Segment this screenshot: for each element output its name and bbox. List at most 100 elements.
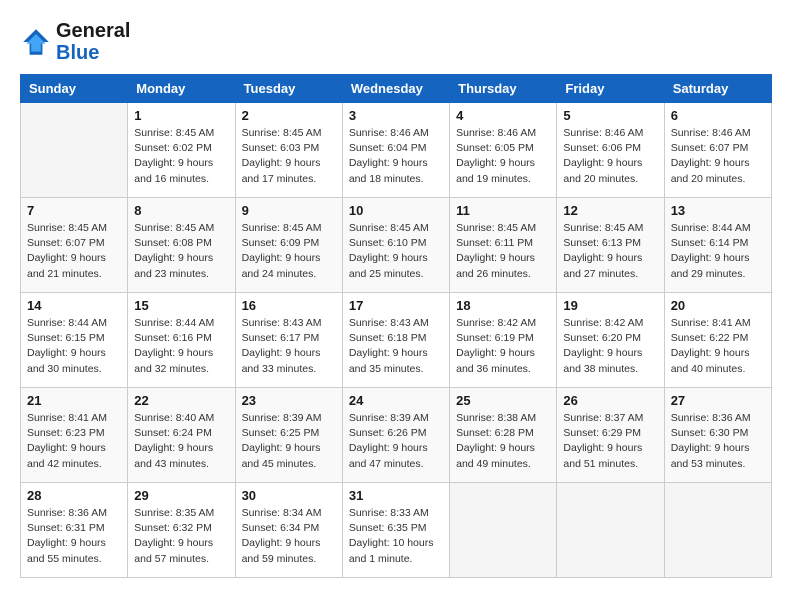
weekday-header-saturday: Saturday — [664, 75, 771, 103]
week-row-5: 28 Sunrise: 8:36 AMSunset: 6:31 PMDayligh… — [21, 483, 772, 578]
calendar-cell: 18 Sunrise: 8:42 AMSunset: 6:19 PMDayligh… — [450, 293, 557, 388]
day-info: Sunrise: 8:44 AMSunset: 6:15 PMDaylight:… — [27, 316, 121, 377]
day-info: Sunrise: 8:34 AMSunset: 6:34 PMDaylight:… — [242, 506, 336, 567]
calendar-cell: 8 Sunrise: 8:45 AMSunset: 6:08 PMDaylight… — [128, 198, 235, 293]
day-info: Sunrise: 8:46 AMSunset: 6:04 PMDaylight:… — [349, 126, 443, 187]
calendar-cell: 9 Sunrise: 8:45 AMSunset: 6:09 PMDaylight… — [235, 198, 342, 293]
day-info: Sunrise: 8:33 AMSunset: 6:35 PMDaylight:… — [349, 506, 443, 567]
calendar-cell: 3 Sunrise: 8:46 AMSunset: 6:04 PMDaylight… — [342, 103, 449, 198]
weekday-header-tuesday: Tuesday — [235, 75, 342, 103]
calendar-cell — [21, 103, 128, 198]
day-info: Sunrise: 8:45 AMSunset: 6:11 PMDaylight:… — [456, 221, 550, 282]
calendar-cell: 22 Sunrise: 8:40 AMSunset: 6:24 PMDayligh… — [128, 388, 235, 483]
day-info: Sunrise: 8:44 AMSunset: 6:14 PMDaylight:… — [671, 221, 765, 282]
weekday-header-row: SundayMondayTuesdayWednesdayThursdayFrid… — [21, 75, 772, 103]
calendar-cell: 28 Sunrise: 8:36 AMSunset: 6:31 PMDayligh… — [21, 483, 128, 578]
calendar-cell: 12 Sunrise: 8:45 AMSunset: 6:13 PMDayligh… — [557, 198, 664, 293]
day-info: Sunrise: 8:45 AMSunset: 6:03 PMDaylight:… — [242, 126, 336, 187]
day-number: 13 — [671, 203, 765, 218]
day-info: Sunrise: 8:43 AMSunset: 6:18 PMDaylight:… — [349, 316, 443, 377]
day-number: 7 — [27, 203, 121, 218]
calendar-cell — [664, 483, 771, 578]
day-number: 14 — [27, 298, 121, 313]
day-info: Sunrise: 8:43 AMSunset: 6:17 PMDaylight:… — [242, 316, 336, 377]
day-info: Sunrise: 8:45 AMSunset: 6:13 PMDaylight:… — [563, 221, 657, 282]
day-info: Sunrise: 8:46 AMSunset: 6:05 PMDaylight:… — [456, 126, 550, 187]
calendar-cell: 23Sunrise: 8:39 AMSunset: 6:25 PMDayligh… — [235, 388, 342, 483]
calendar-cell: 1 Sunrise: 8:45 AMSunset: 6:02 PMDaylight… — [128, 103, 235, 198]
calendar-cell: 16 Sunrise: 8:43 AMSunset: 6:17 PMDayligh… — [235, 293, 342, 388]
day-info: Sunrise: 8:44 AMSunset: 6:16 PMDaylight:… — [134, 316, 228, 377]
day-number: 28 — [27, 488, 121, 503]
calendar-cell: 26Sunrise: 8:37 AMSunset: 6:29 PMDayligh… — [557, 388, 664, 483]
calendar-cell: 10Sunrise: 8:45 AMSunset: 6:10 PMDayligh… — [342, 198, 449, 293]
day-info: Sunrise: 8:36 AMSunset: 6:30 PMDaylight:… — [671, 411, 765, 472]
day-number: 27 — [671, 393, 765, 408]
weekday-header-friday: Friday — [557, 75, 664, 103]
week-row-1: 1 Sunrise: 8:45 AMSunset: 6:02 PMDaylight… — [21, 103, 772, 198]
calendar-cell: 17 Sunrise: 8:43 AMSunset: 6:18 PMDayligh… — [342, 293, 449, 388]
calendar-cell: 30Sunrise: 8:34 AMSunset: 6:34 PMDayligh… — [235, 483, 342, 578]
calendar-cell: 15 Sunrise: 8:44 AMSunset: 6:16 PMDayligh… — [128, 293, 235, 388]
calendar-cell: 2 Sunrise: 8:45 AMSunset: 6:03 PMDaylight… — [235, 103, 342, 198]
day-info: Sunrise: 8:41 AMSunset: 6:22 PMDaylight:… — [671, 316, 765, 377]
day-number: 15 — [134, 298, 228, 313]
day-number: 8 — [134, 203, 228, 218]
day-info: Sunrise: 8:45 AMSunset: 6:10 PMDaylight:… — [349, 221, 443, 282]
day-number: 11 — [456, 203, 550, 218]
day-number: 5 — [563, 108, 657, 123]
day-info: Sunrise: 8:37 AMSunset: 6:29 PMDaylight:… — [563, 411, 657, 472]
day-info: Sunrise: 8:41 AMSunset: 6:23 PMDaylight:… — [27, 411, 121, 472]
weekday-header-sunday: Sunday — [21, 75, 128, 103]
day-number: 18 — [456, 298, 550, 313]
day-number: 12 — [563, 203, 657, 218]
calendar-cell: 14 Sunrise: 8:44 AMSunset: 6:15 PMDayligh… — [21, 293, 128, 388]
day-info: Sunrise: 8:45 AMSunset: 6:07 PMDaylight:… — [27, 221, 121, 282]
calendar-cell — [557, 483, 664, 578]
week-row-2: 7 Sunrise: 8:45 AMSunset: 6:07 PMDaylight… — [21, 198, 772, 293]
day-info: Sunrise: 8:45 AMSunset: 6:02 PMDaylight:… — [134, 126, 228, 187]
week-row-4: 21 Sunrise: 8:41 AMSunset: 6:23 PMDayligh… — [21, 388, 772, 483]
calendar-cell: 21 Sunrise: 8:41 AMSunset: 6:23 PMDayligh… — [21, 388, 128, 483]
calendar-cell: 11 Sunrise: 8:45 AMSunset: 6:11 PMDayligh… — [450, 198, 557, 293]
calendar-cell: 27 Sunrise: 8:36 AMSunset: 6:30 PMDayligh… — [664, 388, 771, 483]
weekday-header-monday: Monday — [128, 75, 235, 103]
day-info: Sunrise: 8:46 AMSunset: 6:06 PMDaylight:… — [563, 126, 657, 187]
page-header: General Blue — [20, 20, 772, 64]
logo-icon — [20, 26, 52, 58]
day-number: 3 — [349, 108, 443, 123]
day-number: 29 — [134, 488, 228, 503]
calendar-cell: 29Sunrise: 8:35 AMSunset: 6:32 PMDayligh… — [128, 483, 235, 578]
day-info: Sunrise: 8:40 AMSunset: 6:24 PMDaylight:… — [134, 411, 228, 472]
calendar-cell: 5 Sunrise: 8:46 AMSunset: 6:06 PMDaylight… — [557, 103, 664, 198]
day-number: 1 — [134, 108, 228, 123]
day-number: 21 — [27, 393, 121, 408]
weekday-header-wednesday: Wednesday — [342, 75, 449, 103]
weekday-header-thursday: Thursday — [450, 75, 557, 103]
day-info: Sunrise: 8:42 AMSunset: 6:19 PMDaylight:… — [456, 316, 550, 377]
day-number: 25 — [456, 393, 550, 408]
day-number: 23 — [242, 393, 336, 408]
day-info: Sunrise: 8:36 AMSunset: 6:31 PMDaylight:… — [27, 506, 121, 567]
day-number: 22 — [134, 393, 228, 408]
calendar-table: SundayMondayTuesdayWednesdayThursdayFrid… — [20, 74, 772, 578]
week-row-3: 14 Sunrise: 8:44 AMSunset: 6:15 PMDayligh… — [21, 293, 772, 388]
day-number: 4 — [456, 108, 550, 123]
calendar-cell: 7 Sunrise: 8:45 AMSunset: 6:07 PMDaylight… — [21, 198, 128, 293]
day-number: 17 — [349, 298, 443, 313]
logo-text: General Blue — [56, 20, 130, 64]
day-info: Sunrise: 8:45 AMSunset: 6:09 PMDaylight:… — [242, 221, 336, 282]
day-number: 20 — [671, 298, 765, 313]
day-number: 2 — [242, 108, 336, 123]
calendar-cell: 25Sunrise: 8:38 AMSunset: 6:28 PMDayligh… — [450, 388, 557, 483]
calendar-cell: 24Sunrise: 8:39 AMSunset: 6:26 PMDayligh… — [342, 388, 449, 483]
day-number: 6 — [671, 108, 765, 123]
day-number: 16 — [242, 298, 336, 313]
day-info: Sunrise: 8:39 AMSunset: 6:26 PMDaylight:… — [349, 411, 443, 472]
calendar-cell: 13 Sunrise: 8:44 AMSunset: 6:14 PMDayligh… — [664, 198, 771, 293]
day-number: 9 — [242, 203, 336, 218]
day-number: 19 — [563, 298, 657, 313]
logo: General Blue — [20, 20, 130, 64]
day-info: Sunrise: 8:45 AMSunset: 6:08 PMDaylight:… — [134, 221, 228, 282]
day-info: Sunrise: 8:42 AMSunset: 6:20 PMDaylight:… — [563, 316, 657, 377]
